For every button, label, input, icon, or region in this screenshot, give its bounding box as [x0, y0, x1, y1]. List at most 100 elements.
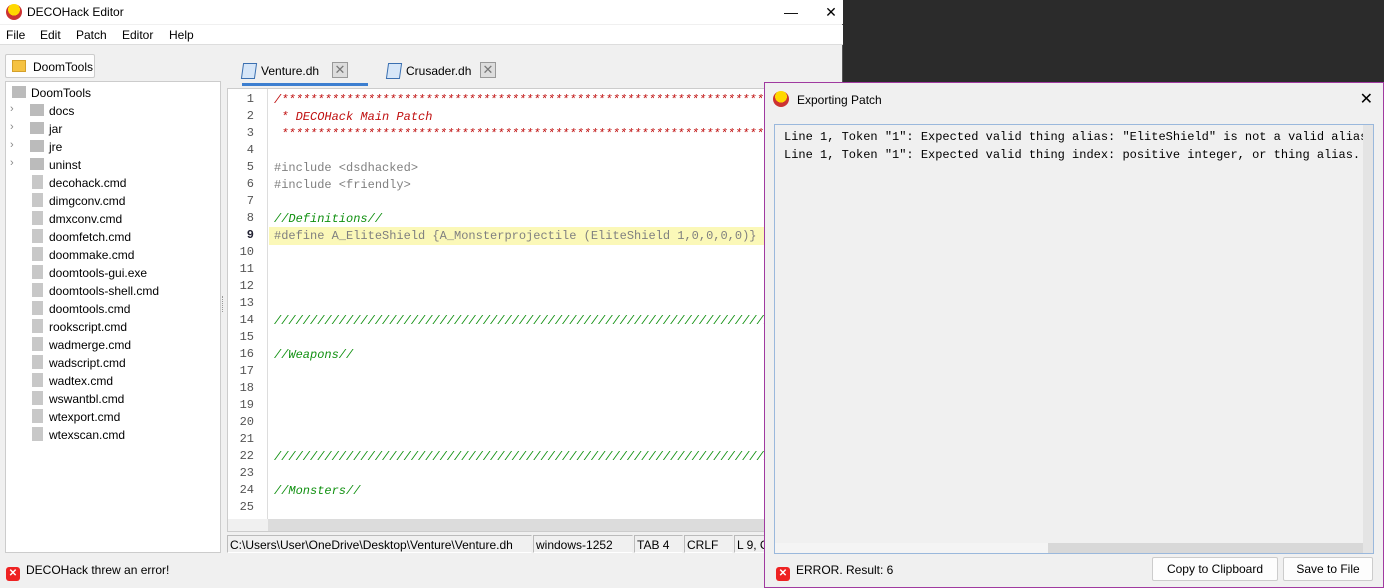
code-line[interactable]	[269, 244, 766, 262]
code-line[interactable]	[269, 414, 766, 432]
main-window: DECOHack Editor — ✕ File Edit Patch Edit…	[0, 0, 843, 588]
scrollbar-thumb[interactable]	[268, 519, 766, 531]
code-line[interactable]: #define A_EliteShield {A_Monsterprojecti…	[269, 227, 766, 245]
editor-tabs: Venture.dh ✕ Crusader.dh ✕	[227, 56, 767, 88]
menu-editor[interactable]: Editor	[122, 28, 153, 42]
code-line[interactable]	[269, 142, 766, 160]
code-line[interactable]	[269, 465, 766, 483]
line-number: 6	[246, 177, 254, 191]
minimize-button[interactable]: —	[776, 2, 806, 22]
line-number: 5	[246, 160, 254, 174]
tab-label: Venture.dh	[261, 64, 320, 78]
code-text: ****************************************…	[274, 127, 767, 141]
tree-item-label: jre	[49, 140, 63, 154]
horizontal-scrollbar[interactable]	[775, 543, 1363, 553]
line-number: 15	[239, 330, 254, 344]
code-line[interactable]: ****************************************…	[269, 125, 766, 143]
horizontal-scrollbar[interactable]	[228, 519, 766, 531]
close-tab-icon[interactable]: ✕	[332, 62, 348, 78]
code-text: //Definitions//	[274, 212, 383, 226]
line-number: 3	[246, 126, 254, 140]
bottom-status-text: DECOHack threw an error!	[26, 563, 170, 577]
code-line[interactable]: ////////////////////////////////////////…	[269, 448, 766, 466]
output-text-area[interactable]: Line 1, Token "1": Expected valid thing …	[774, 124, 1375, 554]
code-line[interactable]	[269, 278, 766, 296]
menu-bar: File Edit Patch Editor Help	[0, 25, 843, 45]
line-number: 17	[239, 364, 254, 378]
tree-item-label: docs	[49, 104, 75, 118]
code-line[interactable]	[269, 363, 766, 381]
menu-help[interactable]: Help	[169, 28, 194, 42]
close-tab-icon[interactable]: ✕	[480, 62, 496, 78]
dialog-close-button[interactable]: ✕	[1360, 89, 1373, 109]
line-number-gutter: 1 2 3 4 5 6 7 8 9 10 11 12 13 14 15 16 17 18 19 20 21 22 23 24 2…	[228, 89, 268, 531]
tree-item-label: uninst	[49, 158, 82, 172]
result-text: ERROR. Result: 6	[796, 563, 894, 577]
close-button[interactable]: ✕	[816, 2, 846, 22]
line-number: 9	[246, 228, 254, 242]
tree-item-label: dmxconv.cmd	[49, 212, 123, 226]
splitter-handle[interactable]	[222, 296, 225, 312]
code-line[interactable]: ////////////////////////////////////////…	[269, 312, 766, 330]
folder-icon	[30, 104, 44, 116]
error-icon: ✕	[6, 567, 20, 581]
file-icon	[32, 391, 43, 405]
line-number: 7	[246, 194, 254, 208]
save-to-file-button[interactable]: Save to File	[1283, 557, 1373, 581]
code-line[interactable]	[269, 397, 766, 415]
menu-edit[interactable]: Edit	[40, 28, 61, 42]
line-number: 10	[239, 245, 254, 259]
code-line[interactable]	[269, 193, 766, 211]
window-title: DECOHack Editor	[27, 5, 124, 19]
export-dialog: Exporting Patch ✕ Line 1, Token "1": Exp…	[764, 82, 1384, 588]
line-number: 2	[246, 109, 254, 123]
file-icon	[32, 175, 43, 189]
error-message: Line 1, Token "1": Expected valid thing …	[784, 148, 1361, 162]
code-line[interactable]: * DECOHack Main Patch	[269, 108, 766, 126]
file-icon	[32, 409, 43, 423]
tab-venture[interactable]: Venture.dh ✕	[240, 56, 368, 86]
line-number: 19	[239, 398, 254, 412]
vertical-scrollbar[interactable]	[1363, 125, 1373, 553]
code-line[interactable]	[269, 295, 766, 313]
code-line[interactable]: //Monsters//	[269, 482, 766, 500]
code-line[interactable]: //Definitions//	[269, 210, 766, 228]
chevron-right-icon[interactable]: ›	[10, 157, 14, 169]
tree-item-label: wadscript.cmd	[49, 356, 126, 370]
code-text: * DECOHack Main Patch	[274, 110, 433, 124]
folder-icon	[30, 122, 44, 134]
code-line[interactable]	[269, 499, 766, 517]
file-icon	[32, 427, 43, 441]
code-line[interactable]	[269, 261, 766, 279]
folder-icon	[12, 86, 26, 98]
line-number: 8	[246, 211, 254, 225]
code-line[interactable]: //Weapons//	[269, 346, 766, 364]
menu-file[interactable]: File	[6, 28, 25, 42]
tree-item-label: doomfetch.cmd	[49, 230, 132, 244]
root-folder-button[interactable]: DoomTools	[5, 54, 95, 78]
file-icon	[32, 283, 43, 297]
chevron-right-icon[interactable]: ›	[10, 103, 14, 115]
menu-patch[interactable]: Patch	[76, 28, 107, 42]
tree-item-label: wadmerge.cmd	[49, 338, 132, 352]
file-icon	[32, 301, 43, 315]
code-line[interactable]: #include <dsdhacked>	[269, 159, 766, 177]
line-number: 21	[239, 432, 254, 446]
code-line[interactable]: #include <friendly>	[269, 176, 766, 194]
copy-to-clipboard-button[interactable]: Copy to Clipboard	[1152, 557, 1278, 581]
code-line[interactable]: /***************************************…	[269, 91, 766, 109]
scrollbar-thumb[interactable]	[1048, 543, 1363, 553]
file-icon	[32, 229, 43, 243]
tree-item-label: wadtex.cmd	[49, 374, 114, 388]
tab-crusader[interactable]: Crusader.dh ✕	[385, 56, 507, 86]
error-message: Line 1, Token "1": Expected valid thing …	[784, 130, 1375, 144]
chevron-right-icon[interactable]: ›	[10, 121, 14, 133]
code-area[interactable]: /***************************************…	[269, 89, 766, 531]
tree-item-label: doomtools-shell.cmd	[49, 284, 160, 298]
file-tree[interactable]: DoomTools › docs › jar › jre › uninst decohack.cm…	[5, 81, 221, 553]
code-editor[interactable]: 1 2 3 4 5 6 7 8 9 10 11 12 13 14 15 16 17 18 19 20 21 22 23 24 2…	[227, 88, 767, 532]
chevron-right-icon[interactable]: ›	[10, 139, 14, 151]
code-line[interactable]	[269, 380, 766, 398]
code-line[interactable]	[269, 431, 766, 449]
code-line[interactable]	[269, 329, 766, 347]
